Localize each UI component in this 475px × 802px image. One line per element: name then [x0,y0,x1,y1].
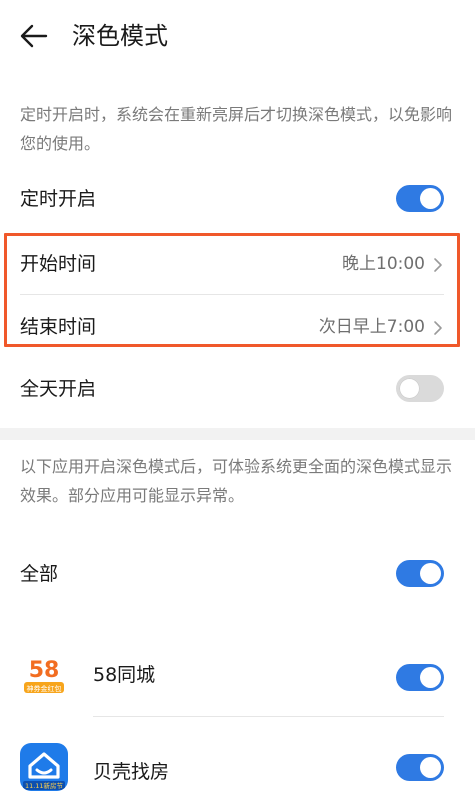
svg-text:58: 58 [29,658,60,683]
toggle-knob [420,188,441,209]
svg-text:神券金红包: 神券金红包 [27,684,62,693]
app-row-beike[interactable]: 11.11新房节 贝壳找房 [0,735,475,802]
section-separator [0,428,475,440]
schedule-note: 定时开启时，系统会在重新亮屏后才切换深色模式，以免影响您的使用。 [20,105,453,153]
apps-note: 以下应用开启深色模式后，可体验系统更全面的深色模式显示效果。部分应用可能显示异常… [20,457,453,505]
start-time-row[interactable]: 开始时间 晚上10:00 [0,233,475,295]
all-day-label: 全天开启 [20,378,97,400]
all-apps-row[interactable]: 全部 [0,543,475,605]
app-toggle-58tongcheng[interactable] [396,664,444,691]
all-day-toggle[interactable] [396,375,444,402]
svg-text:11.11新房节: 11.11新房节 [25,781,64,790]
house-logo-icon: 11.11新房节 [23,752,65,790]
58-tongcheng-app-icon: 58 神券金红包 [20,651,68,699]
scheduled-row[interactable]: 定时开启 [0,168,475,230]
chevron-right-icon [434,321,442,335]
start-time-label: 开始时间 [20,253,97,275]
scheduled-label: 定时开启 [20,188,97,210]
divider [20,294,444,295]
all-apps-toggle[interactable] [396,560,444,587]
header: 深色模式 [0,0,475,72]
58-logo-icon: 58 神券金红包 [24,658,64,693]
all-day-row[interactable]: 全天开启 [0,358,475,420]
app-toggle-beike[interactable] [396,754,444,781]
all-apps-label: 全部 [20,563,59,585]
scheduled-toggle[interactable] [396,185,444,212]
end-time-value: 次日早上7:00 [318,317,425,337]
end-time-label: 结束时间 [20,316,97,338]
app-name: 58同城 [93,664,156,686]
start-time-value: 晚上10:00 [342,254,425,274]
divider [93,716,444,717]
toggle-knob [420,757,441,778]
app-row-58tongcheng[interactable]: 58 神券金红包 58同城 [0,641,475,717]
chevron-right-icon [434,258,442,272]
page-title: 深色模式 [72,22,168,50]
end-time-row[interactable]: 结束时间 次日早上7:00 [0,296,475,358]
toggle-knob [420,667,441,688]
beike-app-icon: 11.11新房节 [20,743,68,791]
back-arrow-icon[interactable] [20,24,48,48]
toggle-knob [420,563,441,584]
app-name: 贝壳找房 [93,761,170,783]
toggle-knob [399,378,420,399]
